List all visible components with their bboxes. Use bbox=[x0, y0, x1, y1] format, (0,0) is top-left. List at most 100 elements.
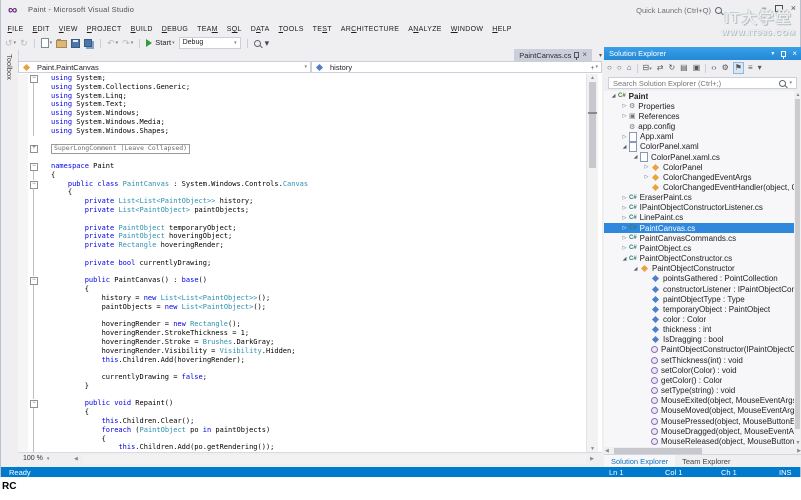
menu-data[interactable]: DATA bbox=[246, 26, 274, 33]
tree-item-app-config[interactable]: ⚙app.config bbox=[604, 121, 794, 131]
collapse-region-icon[interactable]: − bbox=[30, 400, 38, 408]
open-file-icon[interactable] bbox=[56, 38, 67, 48]
tree-item-setthickness-int-void[interactable]: setThickness(int) : void bbox=[604, 355, 794, 365]
collapsed-arrow-icon[interactable]: ▷ bbox=[620, 225, 629, 231]
scroll-up-icon[interactable]: ▲ bbox=[587, 75, 598, 81]
close-button[interactable]: × bbox=[791, 3, 796, 13]
menu-tools[interactable]: TOOLS bbox=[274, 26, 308, 33]
editor-horizontal-scrollbar[interactable] bbox=[82, 455, 586, 464]
tree-item-setcolor-color-void[interactable]: setColor(Color) : void bbox=[604, 365, 794, 375]
collapsed-arrow-icon[interactable]: ▷ bbox=[620, 235, 629, 241]
collapsed-arrow-icon[interactable]: ▷ bbox=[642, 164, 651, 170]
save-icon[interactable] bbox=[71, 39, 80, 48]
collapse-region-icon[interactable]: − bbox=[30, 277, 38, 285]
collapsed-arrow-icon[interactable]: ▷ bbox=[620, 134, 629, 140]
menu-analyze[interactable]: ANALYZE bbox=[404, 26, 447, 33]
member-dropdown[interactable]: history ▾ bbox=[311, 61, 602, 73]
tree-item-temporaryobject-paintobject[interactable]: temporaryObject : PaintObject bbox=[604, 304, 794, 314]
menu-sql[interactable]: SQL bbox=[222, 26, 246, 33]
collapsed-arrow-icon[interactable]: ▷ bbox=[620, 215, 629, 221]
title-bar[interactable]: ∞ Paint - Microsoft Visual Studio Quick … bbox=[1, 0, 800, 22]
tree-item-paintobjectconstructor-cs[interactable]: ◢C#PaintObjectConstructor.cs bbox=[604, 254, 794, 264]
tree-item-paintobjectconstructor[interactable]: ◢PaintObjectConstructor bbox=[604, 264, 794, 274]
tree-item-colorpanel[interactable]: ▷ColorPanel bbox=[604, 162, 794, 172]
show-all-files-icon[interactable]: ▤ bbox=[679, 63, 689, 73]
solution-explorer-title-bar[interactable]: Solution Explorer ▼ × bbox=[604, 47, 801, 60]
tree-item-isdragging-bool[interactable]: IsDragging : bool bbox=[604, 335, 794, 345]
tree-item-ipaintobjectconstructorlistener-cs[interactable]: ▷C#IPaintObjectConstructorListener.cs bbox=[604, 203, 794, 213]
collapsed-arrow-icon[interactable]: ▷ bbox=[620, 103, 629, 109]
debug-target-combo[interactable]: Debug▾ bbox=[179, 37, 241, 49]
menu-debug[interactable]: DEBUG bbox=[157, 26, 192, 33]
scroll-up-icon[interactable]: ▲ bbox=[794, 92, 801, 98]
expanded-arrow-icon[interactable]: ◢ bbox=[620, 256, 629, 262]
tree-item-colorpanel-xaml-cs[interactable]: ◢ColorPanel.xaml.cs bbox=[604, 152, 794, 162]
tree-item-eraserpaint-cs[interactable]: ▷C#EraserPaint.cs bbox=[604, 193, 794, 203]
properties-icon[interactable]: ⚙ bbox=[721, 63, 730, 73]
tab-team-explorer[interactable]: Team Explorer bbox=[675, 455, 737, 467]
window-position-caret-icon[interactable]: ▼ bbox=[770, 51, 775, 57]
tree-item-colorchangedeventhandler-object-colorc[interactable]: ColorChangedEventHandler(object, ColorC bbox=[604, 182, 794, 192]
document-list-caret-icon[interactable]: ▾ bbox=[599, 52, 602, 59]
tree-item-mousedragged-object-mouseeventargs-[interactable]: MouseDragged(object, MouseEventArgs) : bbox=[604, 426, 794, 436]
editor-vertical-scrollbar[interactable]: ▲ ▼ bbox=[586, 74, 598, 453]
save-all-icon[interactable] bbox=[84, 39, 94, 47]
tree-item-colorchangedeventargs[interactable]: ▷ColorChangedEventArgs bbox=[604, 172, 794, 182]
collapse-all-icon[interactable]: ⊟▾ bbox=[642, 63, 653, 73]
refresh-icon[interactable]: ↻ bbox=[667, 63, 676, 73]
new-file-icon[interactable]: ▾ bbox=[41, 38, 53, 48]
zoom-level-dropdown[interactable]: 100 % ▾ bbox=[20, 454, 52, 463]
preview-selected-items-icon[interactable]: ⚑ bbox=[733, 62, 744, 74]
collapsed-arrow-icon[interactable]: ▷ bbox=[620, 195, 629, 201]
nav-forward-icon[interactable]: ↻ bbox=[20, 38, 28, 48]
scrollbar-splitter-handle[interactable]: + bbox=[587, 65, 598, 73]
tree-item-pointsgathered-pointcollection[interactable]: pointsGathered : PointCollection bbox=[604, 274, 794, 284]
tree-item-references[interactable]: ▷▣References bbox=[604, 111, 794, 121]
tree-item-linepaint-cs[interactable]: ▷C#LinePaint.cs bbox=[604, 213, 794, 223]
minimize-button[interactable]: − bbox=[761, 3, 766, 13]
expanded-arrow-icon[interactable]: ◢ bbox=[631, 154, 640, 160]
quick-launch-box[interactable]: Quick Launch (Ctrl+Q) bbox=[632, 3, 726, 17]
tab-solution-explorer[interactable]: Solution Explorer bbox=[604, 455, 675, 467]
forward-icon[interactable]: ○ bbox=[616, 63, 623, 73]
menu-file[interactable]: FILE bbox=[3, 26, 28, 33]
pin-icon[interactable] bbox=[781, 51, 786, 57]
tree-vertical-scrollbar[interactable]: ▲ ▼ bbox=[794, 91, 801, 447]
tree-item-mousemoved-object-mouseeventargs-v[interactable]: MouseMoved(object, MouseEventArgs) : v bbox=[604, 406, 794, 416]
tree-item-mousepressed-object-mousebuttoneventa[interactable]: MousePressed(object, MouseButtonEventA bbox=[604, 416, 794, 426]
tab-paintcanvas-cs[interactable]: PaintCanvas.cs × bbox=[514, 49, 592, 61]
start-debug-button[interactable]: Start▾ bbox=[146, 38, 174, 48]
menu-test[interactable]: TEST bbox=[308, 26, 336, 33]
tree-item-mouseexited-object-mouseeventargs-vo[interactable]: MouseExited(object, MouseEventArgs) : vo bbox=[604, 396, 794, 406]
scroll-left-icon[interactable]: ◀ bbox=[74, 456, 78, 462]
home-icon[interactable]: ⌂ bbox=[626, 63, 633, 73]
solution-explorer-search[interactable]: Search Solution Explorer (Ctrl+;) ▾ bbox=[608, 77, 797, 89]
collapsed-arrow-icon[interactable]: ▷ bbox=[620, 113, 629, 119]
view-code-icon[interactable]: ‹› bbox=[710, 63, 717, 73]
menu-build[interactable]: BUILD bbox=[126, 26, 157, 33]
overflow-caret-icon[interactable]: ▾ bbox=[757, 63, 763, 73]
toolbar-overflow-icon[interactable]: ▾ bbox=[265, 38, 270, 48]
pin-icon[interactable] bbox=[574, 52, 579, 58]
collapsed-arrow-icon[interactable]: ▷ bbox=[620, 205, 629, 211]
tree-item-thickness-int[interactable]: thickness : int bbox=[604, 325, 794, 335]
tree-item-paintobject-cs[interactable]: ▷C#PaintObject.cs bbox=[604, 243, 794, 253]
tree-item-properties[interactable]: ▷⚙Properties bbox=[604, 101, 794, 111]
type-dropdown[interactable]: Paint.PaintCanvas ▾ bbox=[18, 61, 311, 73]
collapsed-arrow-icon[interactable]: ▷ bbox=[620, 245, 629, 251]
nav-backward-icon[interactable]: ↺▾ bbox=[5, 38, 16, 48]
collapse-region-icon[interactable]: − bbox=[30, 163, 38, 171]
find-in-files-icon[interactable] bbox=[254, 40, 261, 47]
redo-icon[interactable]: ↷▾ bbox=[122, 38, 133, 48]
tree-item-getcolor-color[interactable]: getColor() : Color bbox=[604, 375, 794, 385]
tree-item-paint[interactable]: ◢C#Paint bbox=[604, 91, 794, 101]
tree-item-paintobjectconstructor-ipaintobjectconst[interactable]: PaintObjectConstructor(IPaintObjectConst bbox=[604, 345, 794, 355]
tree-item-app-xaml[interactable]: ▷App.xaml bbox=[604, 132, 794, 142]
menu-project[interactable]: PROJECT bbox=[82, 26, 126, 33]
menu-architecture[interactable]: ARCHITECTURE bbox=[336, 26, 403, 33]
tree-item-mousereleased-object-mousebuttonevent[interactable]: MouseReleased(object, MouseButtonEvent bbox=[604, 436, 794, 446]
tree-item-paintobjecttype-type[interactable]: paintObjectType : Type bbox=[604, 294, 794, 304]
undo-icon[interactable]: ↶▾ bbox=[107, 38, 118, 48]
expanded-arrow-icon[interactable]: ◢ bbox=[631, 266, 640, 272]
tree-item-color-color[interactable]: color : Color bbox=[604, 314, 794, 324]
